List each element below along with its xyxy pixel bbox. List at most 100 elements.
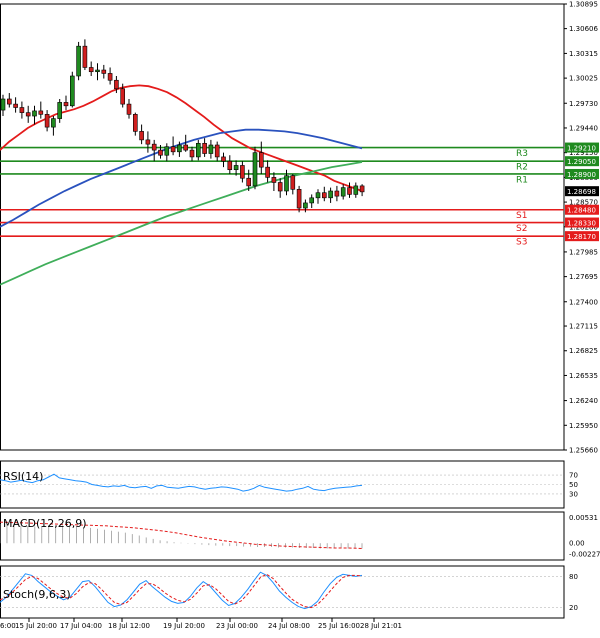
candle-body xyxy=(95,69,100,73)
time-label: 28 Jul 21:01 xyxy=(360,622,402,630)
candle-body xyxy=(246,177,251,187)
candle-body xyxy=(252,152,258,187)
rsi-tick-label: 50 xyxy=(569,481,578,489)
candle-body xyxy=(296,189,302,209)
level-price-label: 1.28330 xyxy=(567,220,596,228)
price-tick-label: 1.27695 xyxy=(569,273,598,281)
rsi-tick-label: 70 xyxy=(569,472,578,480)
candle-body xyxy=(82,45,88,68)
price-tick-label: 1.25660 xyxy=(569,447,598,455)
price-tick-label: 1.27985 xyxy=(569,248,598,256)
time-label: 19 Jul 20:00 xyxy=(163,622,205,630)
candle-body xyxy=(88,67,94,73)
candle-body xyxy=(51,118,56,128)
candle-body xyxy=(284,175,289,192)
candle-body xyxy=(183,144,188,151)
candle-body xyxy=(258,152,264,168)
candle-body xyxy=(359,185,365,193)
candle-body xyxy=(208,144,214,154)
candle-body xyxy=(271,177,277,183)
price-tick-label: 1.29730 xyxy=(569,100,598,108)
price-tick-label: 1.27400 xyxy=(569,298,598,306)
price-tick-label: 1.30606 xyxy=(569,25,598,33)
stoch-label: Stoch(9,6,3) xyxy=(3,588,71,601)
candle-body xyxy=(315,192,321,199)
candle-body xyxy=(145,139,151,145)
level-label-s3: S3 xyxy=(516,238,527,248)
macd-tick-label: 0.00531 xyxy=(569,514,598,522)
price-tick-label: 1.27115 xyxy=(569,323,598,331)
candle-body xyxy=(151,143,157,151)
candle-body xyxy=(107,73,113,81)
candle-body xyxy=(0,98,6,111)
time-label: 15 Jul 20:00 xyxy=(15,622,57,630)
price-tick-label: 1.25950 xyxy=(569,422,598,430)
candle-body xyxy=(202,142,207,154)
candle-body xyxy=(347,187,352,195)
price-tick-label: 1.29440 xyxy=(569,124,598,132)
price-tick-label: 1.30025 xyxy=(569,75,598,83)
time-label: 25 Jul 16:00 xyxy=(318,622,360,630)
stoch-tick-label: 80 xyxy=(569,573,578,581)
candle-body xyxy=(57,102,63,119)
candle-body xyxy=(44,114,50,128)
candle-body xyxy=(309,197,315,204)
macd-label: MACD(12,26,9) xyxy=(3,517,87,530)
candle-body xyxy=(170,146,176,153)
candle-body xyxy=(328,190,333,199)
candle-body xyxy=(227,160,233,171)
candle-body xyxy=(38,110,44,115)
candle-body xyxy=(133,114,138,132)
level-label-r3: R3 xyxy=(516,149,528,159)
candle-body xyxy=(63,102,69,107)
candle-body xyxy=(221,156,226,162)
candle-body xyxy=(265,166,270,178)
candle-body xyxy=(101,69,107,74)
candle-body xyxy=(70,75,75,107)
rsi-label: RSI(14) xyxy=(3,470,43,483)
candle-body xyxy=(114,79,119,90)
chart-root: 1.30895 1.30606 1.30315 1.30025 1.29730 1.294… xyxy=(0,0,600,634)
time-label-partial: 6:00 xyxy=(0,622,16,630)
time-label: 24 Jul 08:00 xyxy=(268,622,310,630)
candle-body xyxy=(214,144,220,158)
candle-body xyxy=(277,182,283,192)
time-label: 17 Jul 04:00 xyxy=(60,622,102,630)
stoch-tick-label: 20 xyxy=(569,604,578,612)
candle-body xyxy=(334,190,340,197)
price-tick-label: 1.26240 xyxy=(569,397,598,405)
current-price-label: 1.28698 xyxy=(567,188,596,196)
candle-body xyxy=(353,185,359,195)
candle-body xyxy=(303,202,308,209)
main-panel xyxy=(0,3,565,451)
level-label-s2: S2 xyxy=(516,224,527,234)
candle-body xyxy=(13,103,18,108)
price-tick-label: 1.30315 xyxy=(569,50,598,58)
candle-body xyxy=(164,146,170,156)
time-label: 18 Jul 12:00 xyxy=(108,622,150,630)
candle-body xyxy=(340,187,346,197)
level-price-label: 1.29210 xyxy=(567,145,596,153)
candle-body xyxy=(240,165,245,179)
candle-body xyxy=(7,98,12,105)
candle-body xyxy=(76,45,81,77)
stoch-panel xyxy=(0,565,565,619)
candle-body xyxy=(233,165,239,171)
candle-body xyxy=(126,103,132,115)
chart-svg: 1.30895 1.30606 1.30315 1.30025 1.29730 1.294… xyxy=(0,1,600,630)
price-tick-label: 1.26825 xyxy=(569,347,598,355)
macd-tick-label: 0.00 xyxy=(569,540,585,548)
candle-body xyxy=(189,149,195,158)
time-label: 23 Jul 00:00 xyxy=(216,622,258,630)
level-price-label: 1.29050 xyxy=(567,158,596,166)
level-price-label: 1.28480 xyxy=(567,207,596,215)
candle-body xyxy=(158,149,163,156)
candle-body xyxy=(177,144,182,153)
macd-tick-label: -0.002275 xyxy=(569,551,600,559)
candle-body xyxy=(321,192,327,199)
level-price-label: 1.28900 xyxy=(567,171,596,179)
price-tick-label: 1.30895 xyxy=(569,1,598,9)
level-label-r2: R2 xyxy=(516,163,528,173)
candle-body xyxy=(196,142,201,158)
candle-body xyxy=(290,175,296,190)
